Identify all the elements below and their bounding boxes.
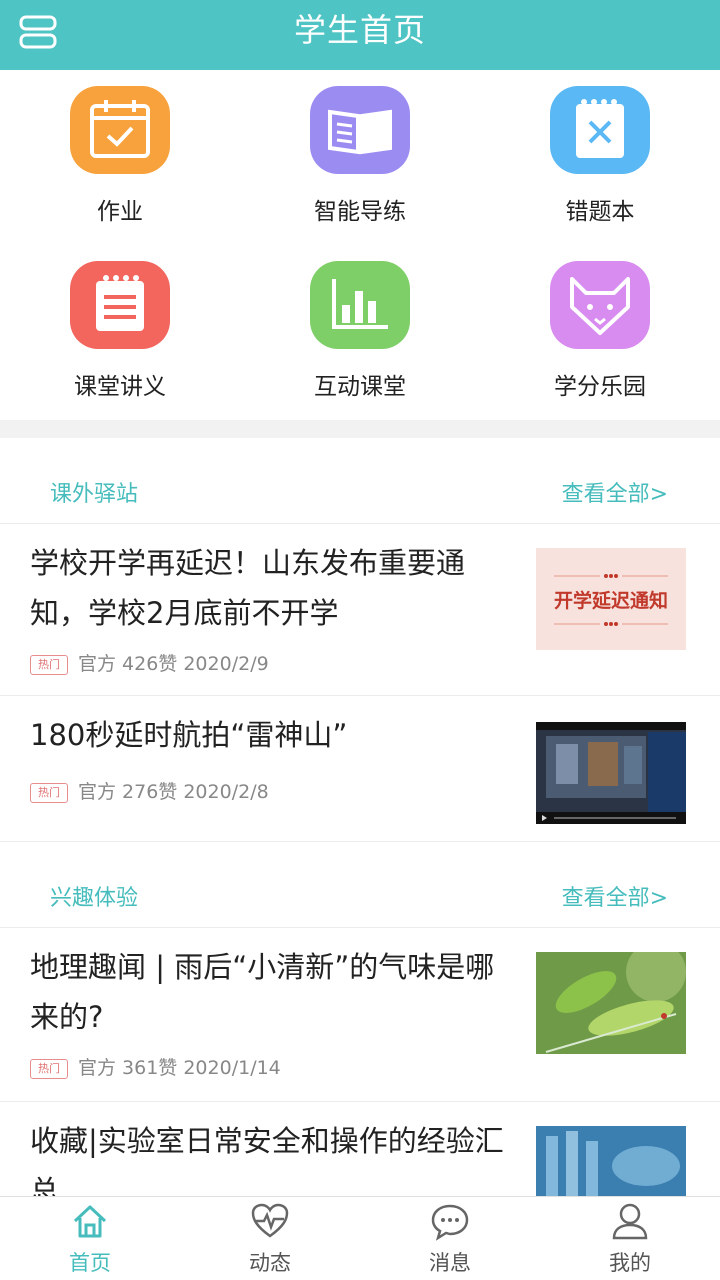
tab-label: 我的 — [609, 1251, 651, 1275]
book-icon — [310, 86, 410, 174]
leaf-thumbnail — [536, 952, 686, 1054]
article-title: 学校开学再延迟！山东发布重要通知，学校2月底前不开学 — [30, 546, 466, 630]
grid-item-homework[interactable]: 作业 — [0, 70, 240, 245]
article-title: 地理趣闻 | 雨后“小清新”的气味是哪来的? — [30, 950, 495, 1034]
notes-icon — [70, 261, 170, 349]
user-icon — [612, 1203, 648, 1240]
grid-label: 学分乐园 — [554, 374, 646, 400]
grid-label: 错题本 — [565, 199, 635, 225]
video-thumbnail — [536, 722, 686, 824]
article-meta-text: 官方 276赞 2020/2/8 — [78, 781, 269, 803]
view-all-link[interactable]: 查看全部> — [562, 476, 668, 508]
tab-label: 动态 — [249, 1251, 291, 1275]
tab-label: 消息 — [429, 1251, 471, 1275]
tab-activity[interactable]: 动态 — [180, 1197, 360, 1280]
section-header: 课外驿站 查看全部> — [0, 438, 720, 524]
calendar-check-icon — [70, 86, 170, 174]
article-meta: 热门 官方 276赞 2020/2/8 — [30, 780, 269, 804]
page-title: 学生首页 — [293, 11, 426, 49]
list-item[interactable]: 180秒延时航拍“雷神山” 热门 官方 276赞 2020/2/8 — [0, 696, 720, 842]
grid-item-interactive-class[interactable]: 互动课堂 — [240, 245, 480, 420]
section-divider — [0, 420, 720, 438]
section-title: 课外驿站 — [50, 482, 139, 507]
hot-badge: 热门 — [30, 654, 68, 675]
article-thumbnail: 开学延迟通知 — [536, 548, 686, 650]
tab-home[interactable]: 首页 — [0, 1197, 180, 1280]
notebook-x-icon — [550, 86, 650, 174]
tab-messages[interactable]: 消息 — [360, 1197, 540, 1280]
grid-item-mistake-book[interactable]: 错题本 — [480, 70, 720, 245]
bar-chart-icon — [310, 261, 410, 349]
hot-badge: 热门 — [30, 782, 68, 803]
home-icon — [73, 1205, 107, 1238]
chat-bubble-icon — [431, 1204, 469, 1241]
section-header: 兴趣体验 查看全部> — [0, 842, 720, 928]
thumbnail-text: 开学延迟通知 — [553, 590, 668, 612]
tab-profile[interactable]: 我的 — [540, 1197, 720, 1280]
section-title: 兴趣体验 — [50, 886, 139, 911]
article-meta: 热门 官方 361赞 2020/1/14 — [30, 1056, 281, 1080]
lab-thumbnail — [536, 1126, 686, 1196]
grid-item-lecture-notes[interactable]: 课堂讲义 — [0, 245, 240, 420]
article-meta: 热门 官方 426赞 2020/2/9 — [30, 652, 269, 676]
article-title: 收藏|实验室日常安全和操作的经验汇总 — [30, 1124, 504, 1196]
feature-grid: 作业 智能导练 错题本 课堂讲义 互动课堂 学分乐园 — [0, 70, 720, 420]
grid-item-credit-park[interactable]: 学分乐园 — [480, 245, 720, 420]
article-meta-text: 官方 426赞 2020/2/9 — [78, 653, 269, 675]
hot-badge: 热门 — [30, 1058, 68, 1079]
grid-label: 课堂讲义 — [74, 374, 166, 400]
fox-icon — [550, 261, 650, 349]
list-item[interactable]: 收藏|实验室日常安全和操作的经验汇总 — [0, 1102, 720, 1196]
grid-label: 智能导练 — [314, 199, 406, 225]
article-title: 180秒延时航拍“雷神山” — [30, 718, 348, 752]
tab-label: 首页 — [69, 1251, 111, 1275]
heart-pulse-icon — [251, 1203, 289, 1238]
list-item[interactable]: 学校开学再延迟！山东发布重要通知，学校2月底前不开学 热门 官方 426赞 202… — [0, 524, 720, 696]
grid-label: 互动课堂 — [314, 374, 406, 400]
list-item[interactable]: 地理趣闻 | 雨后“小清新”的气味是哪来的? 热门 官方 361赞 2020/1/… — [0, 928, 720, 1102]
article-meta-text: 官方 361赞 2020/1/14 — [78, 1057, 281, 1079]
app-header: 学生首页 — [0, 0, 720, 70]
bottom-tab-bar: 首页 动态 消息 我的 — [0, 1196, 720, 1280]
grid-label: 作业 — [97, 199, 143, 225]
view-all-link[interactable]: 查看全部> — [562, 880, 668, 912]
grid-item-smart-practice[interactable]: 智能导练 — [240, 70, 480, 245]
